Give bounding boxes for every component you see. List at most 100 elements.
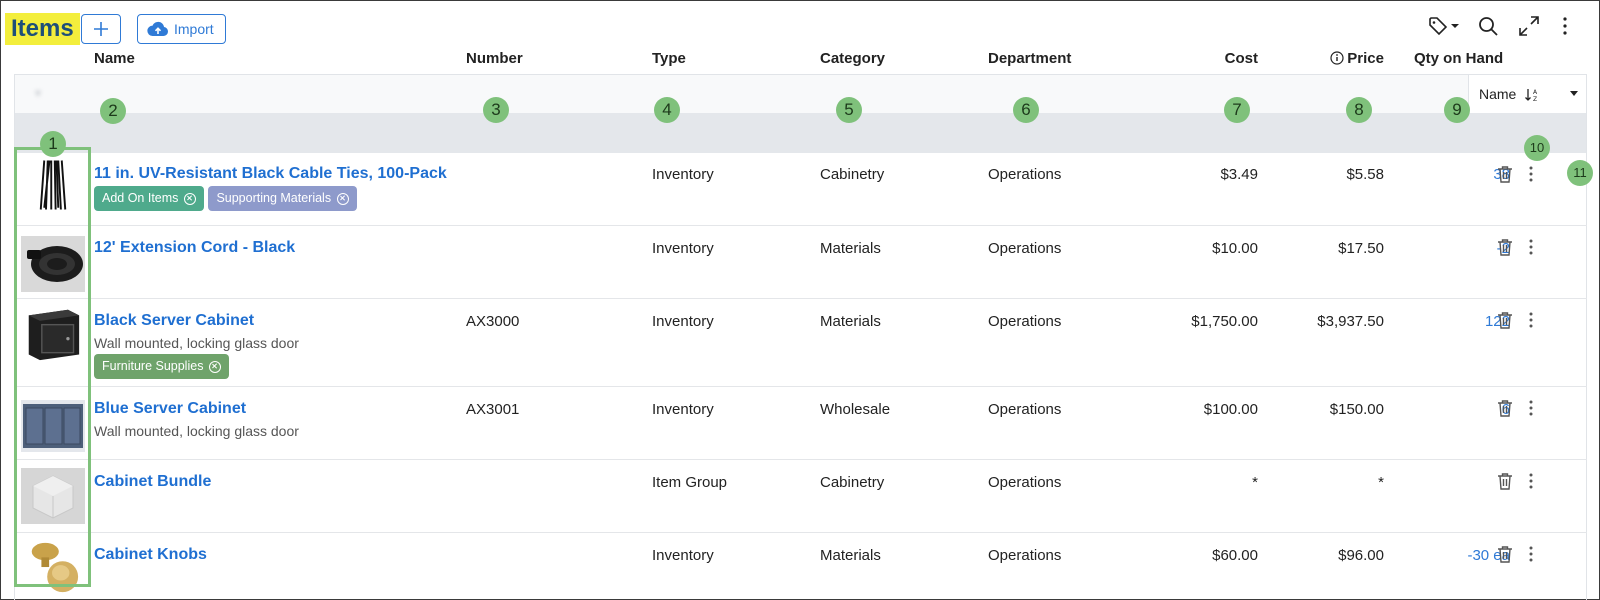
column-header-qty[interactable]: Qty on Hand xyxy=(1414,50,1503,67)
more-options-icon[interactable] xyxy=(1562,16,1568,36)
item-category: Cabinetry xyxy=(820,166,885,183)
item-category: Cabinetry xyxy=(820,474,885,491)
row-more-icon[interactable] xyxy=(1528,311,1534,329)
annotation-badge: 1 xyxy=(40,131,66,157)
item-department: Operations xyxy=(988,313,1062,330)
item-department: Operations xyxy=(988,166,1062,183)
item-department: Operations xyxy=(988,474,1062,491)
delete-icon[interactable] xyxy=(1497,545,1513,563)
annotation-badge: 4 xyxy=(654,97,680,123)
item-name-link[interactable]: 11 in. UV-Resistant Black Cable Ties, 10… xyxy=(94,165,447,183)
item-cost: * xyxy=(1252,474,1258,491)
image-column-highlight xyxy=(14,147,91,587)
item-category: Materials xyxy=(820,547,881,564)
column-header-number[interactable]: Number xyxy=(466,50,523,67)
item-type: Inventory xyxy=(652,166,714,183)
item-price: $96.00 xyxy=(1338,547,1384,564)
annotation-badge: 8 xyxy=(1346,97,1372,123)
item-qty[interactable]: 38 xyxy=(1414,166,1510,183)
delete-icon[interactable] xyxy=(1497,399,1513,417)
import-label: Import xyxy=(174,21,214,37)
item-type: Inventory xyxy=(652,547,714,564)
item-cost: $3.49 xyxy=(1220,166,1258,183)
row-more-icon[interactable] xyxy=(1528,545,1534,563)
annotation-badge: 5 xyxy=(836,97,862,123)
row-more-icon[interactable] xyxy=(1528,165,1534,183)
item-description: Wall mounted, locking glass door xyxy=(94,423,299,439)
delete-icon[interactable] xyxy=(1497,472,1513,490)
tag-label: Supporting Materials xyxy=(216,191,332,205)
sort-az-icon: A Z xyxy=(1525,89,1538,102)
table-row[interactable] xyxy=(14,226,1587,299)
table-row[interactable] xyxy=(14,533,1587,600)
tag-chip[interactable]: Furniture Supplies xyxy=(94,354,230,379)
row-more-icon[interactable] xyxy=(1528,399,1534,417)
column-header-department[interactable]: Department xyxy=(988,50,1071,67)
column-header-category[interactable]: Category xyxy=(820,50,885,67)
annotation-badge: 11 xyxy=(1567,160,1593,186)
page-title: Items xyxy=(5,13,80,45)
expand-icon[interactable] xyxy=(1519,16,1539,36)
item-price: $3,937.50 xyxy=(1317,313,1384,330)
item-number: AX3001 xyxy=(466,401,520,418)
add-item-button[interactable] xyxy=(81,14,121,44)
item-qty[interactable]: -2 xyxy=(1414,240,1510,257)
item-name-link[interactable]: Blue Server Cabinet xyxy=(94,400,246,418)
tag-chip[interactable]: Supporting Materials xyxy=(208,186,358,211)
search-icon[interactable] xyxy=(1478,16,1498,36)
item-cost: $10.00 xyxy=(1212,240,1258,257)
delete-icon[interactable] xyxy=(1497,238,1513,256)
item-tags: Add On Items Supporting Materials xyxy=(94,186,358,211)
row-more-icon[interactable] xyxy=(1528,472,1534,490)
import-button[interactable]: Import xyxy=(137,14,226,44)
item-category: Wholesale xyxy=(820,401,891,418)
item-type: Inventory xyxy=(652,401,714,418)
sort-dropdown[interactable]: Name A Z xyxy=(1468,75,1586,113)
cloud-upload-icon xyxy=(147,21,169,36)
svg-text:Z: Z xyxy=(1533,96,1537,102)
column-header-cost[interactable]: Cost xyxy=(1160,50,1258,67)
annotation-badge: 9 xyxy=(1444,97,1470,123)
tag-label: Add On Items xyxy=(102,191,179,205)
item-name-link[interactable]: Black Server Cabinet xyxy=(94,312,254,330)
item-type: Inventory xyxy=(652,313,714,330)
item-qty[interactable]: -30 ea xyxy=(1414,547,1510,564)
item-name-link[interactable]: Cabinet Knobs xyxy=(94,546,207,564)
table-row[interactable] xyxy=(14,460,1587,533)
caret-down-icon xyxy=(1570,91,1578,96)
item-department: Operations xyxy=(988,240,1062,257)
info-icon xyxy=(1330,51,1344,65)
column-header-name[interactable]: Name xyxy=(94,50,135,67)
item-category: Materials xyxy=(820,240,881,257)
item-price: $17.50 xyxy=(1338,240,1384,257)
filter-placeholder-blurred: ▾ xyxy=(35,86,118,100)
item-cost: $60.00 xyxy=(1212,547,1258,564)
column-header-price: Price xyxy=(1347,50,1384,67)
remove-tag-icon[interactable] xyxy=(337,192,350,205)
annotation-badge: 10 xyxy=(1524,135,1550,161)
item-qty[interactable]: 6 xyxy=(1414,401,1510,418)
item-name-link[interactable]: 12' Extension Cord - Black xyxy=(94,239,295,257)
item-qty[interactable]: 122 xyxy=(1414,313,1510,330)
tag-dropdown-icon[interactable] xyxy=(1428,16,1460,36)
item-department: Operations xyxy=(988,547,1062,564)
item-cost: $100.00 xyxy=(1203,401,1258,418)
delete-icon[interactable] xyxy=(1497,165,1513,183)
column-header-type[interactable]: Type xyxy=(652,50,686,67)
item-name-link[interactable]: Cabinet Bundle xyxy=(94,473,211,491)
remove-tag-icon[interactable] xyxy=(184,192,197,205)
item-cost: $1,750.00 xyxy=(1191,313,1258,330)
item-description: Wall mounted, locking glass door xyxy=(94,335,299,351)
item-type: Item Group xyxy=(652,474,728,491)
tag-chip[interactable]: Add On Items xyxy=(94,186,205,211)
annotation-badge: 7 xyxy=(1224,97,1250,123)
item-department: Operations xyxy=(988,401,1062,418)
row-more-icon[interactable] xyxy=(1528,238,1534,256)
item-price: * xyxy=(1378,474,1384,491)
delete-icon[interactable] xyxy=(1497,311,1513,329)
item-category: Materials xyxy=(820,313,881,330)
remove-tag-icon[interactable] xyxy=(209,360,222,373)
annotation-badge: 6 xyxy=(1013,97,1039,123)
column-header-price-wrap[interactable]: Price xyxy=(1300,50,1384,67)
svg-text:A: A xyxy=(1533,89,1538,96)
